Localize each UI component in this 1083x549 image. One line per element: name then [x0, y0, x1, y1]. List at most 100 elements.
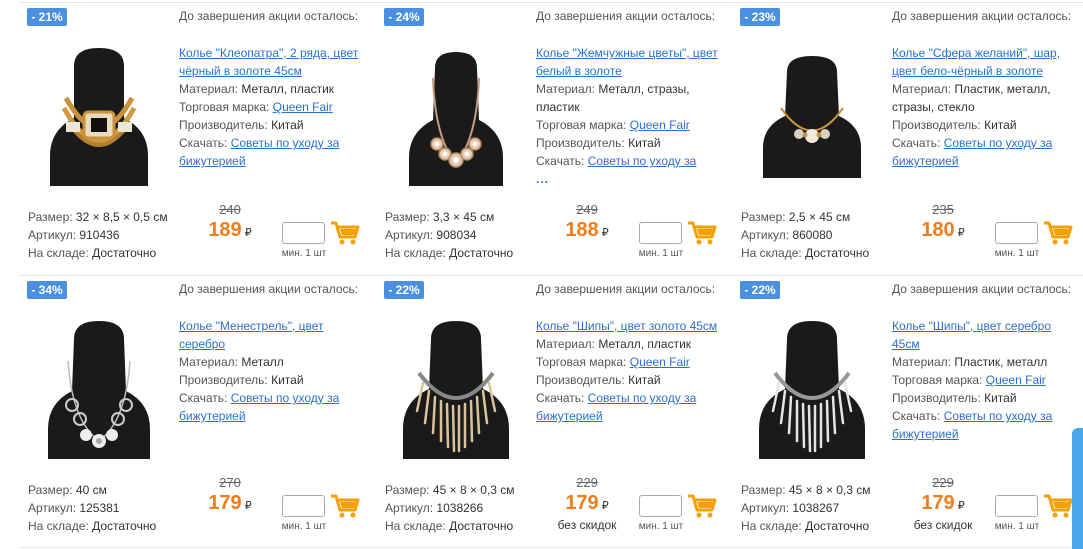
price-block: 235 180 ₽: [903, 202, 983, 245]
currency-sign: ₽: [601, 227, 609, 239]
currency-sign: ₽: [244, 500, 252, 512]
min-quantity-label: мин. 1 шт: [994, 521, 1040, 532]
discount-badge: - 34%: [27, 281, 67, 299]
quantity-input[interactable]: [639, 222, 682, 244]
product-info: Колье "Менестрель", цвет серебро Материа…: [179, 317, 364, 425]
product-photo[interactable]: [741, 311, 883, 459]
product-title-link[interactable]: Колье "Шипы", цвет серебро 45см: [892, 319, 1051, 351]
currency-sign: ₽: [957, 500, 965, 512]
stock-value: Достаточно: [449, 246, 514, 260]
necklace-image: [763, 56, 861, 178]
product-title-link[interactable]: Колье "Сфера желаний", шар, цвет бело-чё…: [892, 46, 1060, 78]
product-meta: Размер: 32 × 8,5 × 0,5 см Артикул: 91043…: [28, 208, 168, 262]
promo-timer-label: До завершения акции осталось:: [536, 9, 716, 23]
min-quantity-label: мин. 1 шт: [638, 248, 684, 259]
new-price: 179 ₽: [190, 491, 270, 518]
download-label: Скачать:: [179, 136, 228, 150]
cart-icon[interactable]: [1043, 493, 1073, 519]
price-block: 240 189 ₽: [190, 202, 270, 245]
feedback-side-tab[interactable]: [1072, 428, 1083, 549]
product-card: - 34% До завершения акции осталось: Коль…: [20, 279, 370, 549]
size-label: Размер:: [385, 483, 430, 497]
more-ellipsis[interactable]: ...: [536, 172, 549, 186]
cart-icon[interactable]: [330, 220, 360, 246]
brand-link[interactable]: Queen Fair: [273, 100, 333, 114]
min-quantity-label: мин. 1 шт: [281, 248, 327, 259]
producer-label: Производитель:: [179, 373, 268, 387]
article-value: 125381: [79, 501, 120, 515]
article-label: Артикул:: [385, 228, 434, 242]
discount-badge: - 22%: [740, 281, 780, 299]
product-title-link[interactable]: Колье "Менестрель", цвет серебро: [179, 319, 324, 351]
quantity-input[interactable]: [282, 222, 325, 244]
product-title-link[interactable]: Колье "Клеопатра", 2 ряда, цвет чёрный в…: [179, 46, 358, 78]
product-title-link[interactable]: Колье "Шипы", цвет золото 45см: [536, 319, 717, 333]
article-value: 1038266: [436, 501, 484, 515]
care-tips-link[interactable]: Советы по уходу за: [588, 154, 697, 168]
cart-icon[interactable]: [687, 493, 717, 519]
material-label: Материал:: [892, 82, 951, 96]
producer-value: Китай: [271, 373, 304, 387]
product-card: - 24% До завершения акции осталось: Коль…: [377, 6, 727, 276]
download-label: Скачать:: [536, 154, 585, 168]
price-block: 229 179 ₽ без скидок: [547, 475, 627, 532]
material-label: Материал:: [892, 355, 951, 369]
article-value: 860080: [792, 228, 833, 242]
producer-value: Китай: [628, 373, 661, 387]
product-title-link[interactable]: Колье "Жемчужные цветы", цвет белый в зо…: [536, 46, 718, 78]
producer-value: Китай: [271, 118, 304, 132]
product-meta: Размер: 3,3 × 45 см Артикул: 908034 На с…: [385, 208, 513, 262]
necklace-image: [50, 48, 148, 186]
article-label: Артикул:: [28, 228, 77, 242]
cart-icon[interactable]: [687, 220, 717, 246]
stock-label: На складе:: [28, 246, 89, 260]
old-price: 229: [576, 475, 598, 490]
producer-label: Производитель:: [892, 118, 981, 132]
old-price: 240: [219, 202, 241, 217]
new-price: 189 ₽: [190, 218, 270, 245]
currency-sign: ₽: [244, 227, 252, 239]
cart-icon[interactable]: [330, 493, 360, 519]
stock-value: Достаточно: [805, 246, 870, 260]
product-info: Колье "Шипы", цвет серебро 45см Материал…: [892, 317, 1077, 443]
quantity-input[interactable]: [995, 495, 1038, 517]
material-value: Металл, пластик: [598, 337, 692, 351]
new-price-value: 179: [921, 492, 955, 514]
brand-link[interactable]: Queen Fair: [630, 355, 690, 369]
price-block: 229 179 ₽ без скидок: [903, 475, 983, 532]
article-value: 908034: [436, 228, 477, 242]
product-photo[interactable]: [28, 38, 170, 186]
currency-sign: ₽: [601, 500, 609, 512]
download-label: Скачать:: [179, 391, 228, 405]
price-block: 249 188 ₽: [547, 202, 627, 245]
old-price: 229: [932, 475, 954, 490]
product-photo[interactable]: [741, 38, 883, 186]
new-price: 179 ₽: [547, 491, 627, 518]
product-photo[interactable]: [385, 38, 527, 186]
promo-timer-label: До завершения акции осталось:: [536, 282, 716, 296]
product-photo[interactable]: [385, 311, 527, 459]
necklace-image: [759, 321, 865, 459]
producer-value: Китай: [628, 136, 661, 150]
producer-label: Производитель:: [179, 118, 268, 132]
download-label: Скачать:: [892, 409, 941, 423]
article-label: Артикул:: [385, 501, 434, 515]
product-info: Колье "Сфера желаний", шар, цвет бело-чё…: [892, 44, 1077, 170]
cart-icon[interactable]: [1043, 220, 1073, 246]
product-meta: Размер: 45 × 8 × 0,3 см Артикул: 1038266…: [385, 481, 515, 535]
product-card: - 22% До завершения акции осталось: Коль…: [377, 279, 727, 549]
brand-link[interactable]: Queen Fair: [630, 118, 690, 132]
quantity-input[interactable]: [639, 495, 682, 517]
quantity-input[interactable]: [282, 495, 325, 517]
price-block: 270 179 ₽: [190, 475, 270, 518]
discount-badge: - 21%: [27, 8, 67, 26]
quantity-input[interactable]: [995, 222, 1038, 244]
brand-link[interactable]: Queen Fair: [986, 373, 1046, 387]
stock-value: Достаточно: [92, 519, 157, 533]
product-photo[interactable]: [28, 311, 170, 459]
product-meta: Размер: 45 × 8 × 0,3 см Артикул: 1038267…: [741, 481, 871, 535]
stock-value: Достаточно: [92, 246, 157, 260]
necklace-image: [409, 52, 503, 186]
old-price: 235: [932, 202, 954, 217]
brand-label: Торговая марка:: [536, 118, 627, 132]
